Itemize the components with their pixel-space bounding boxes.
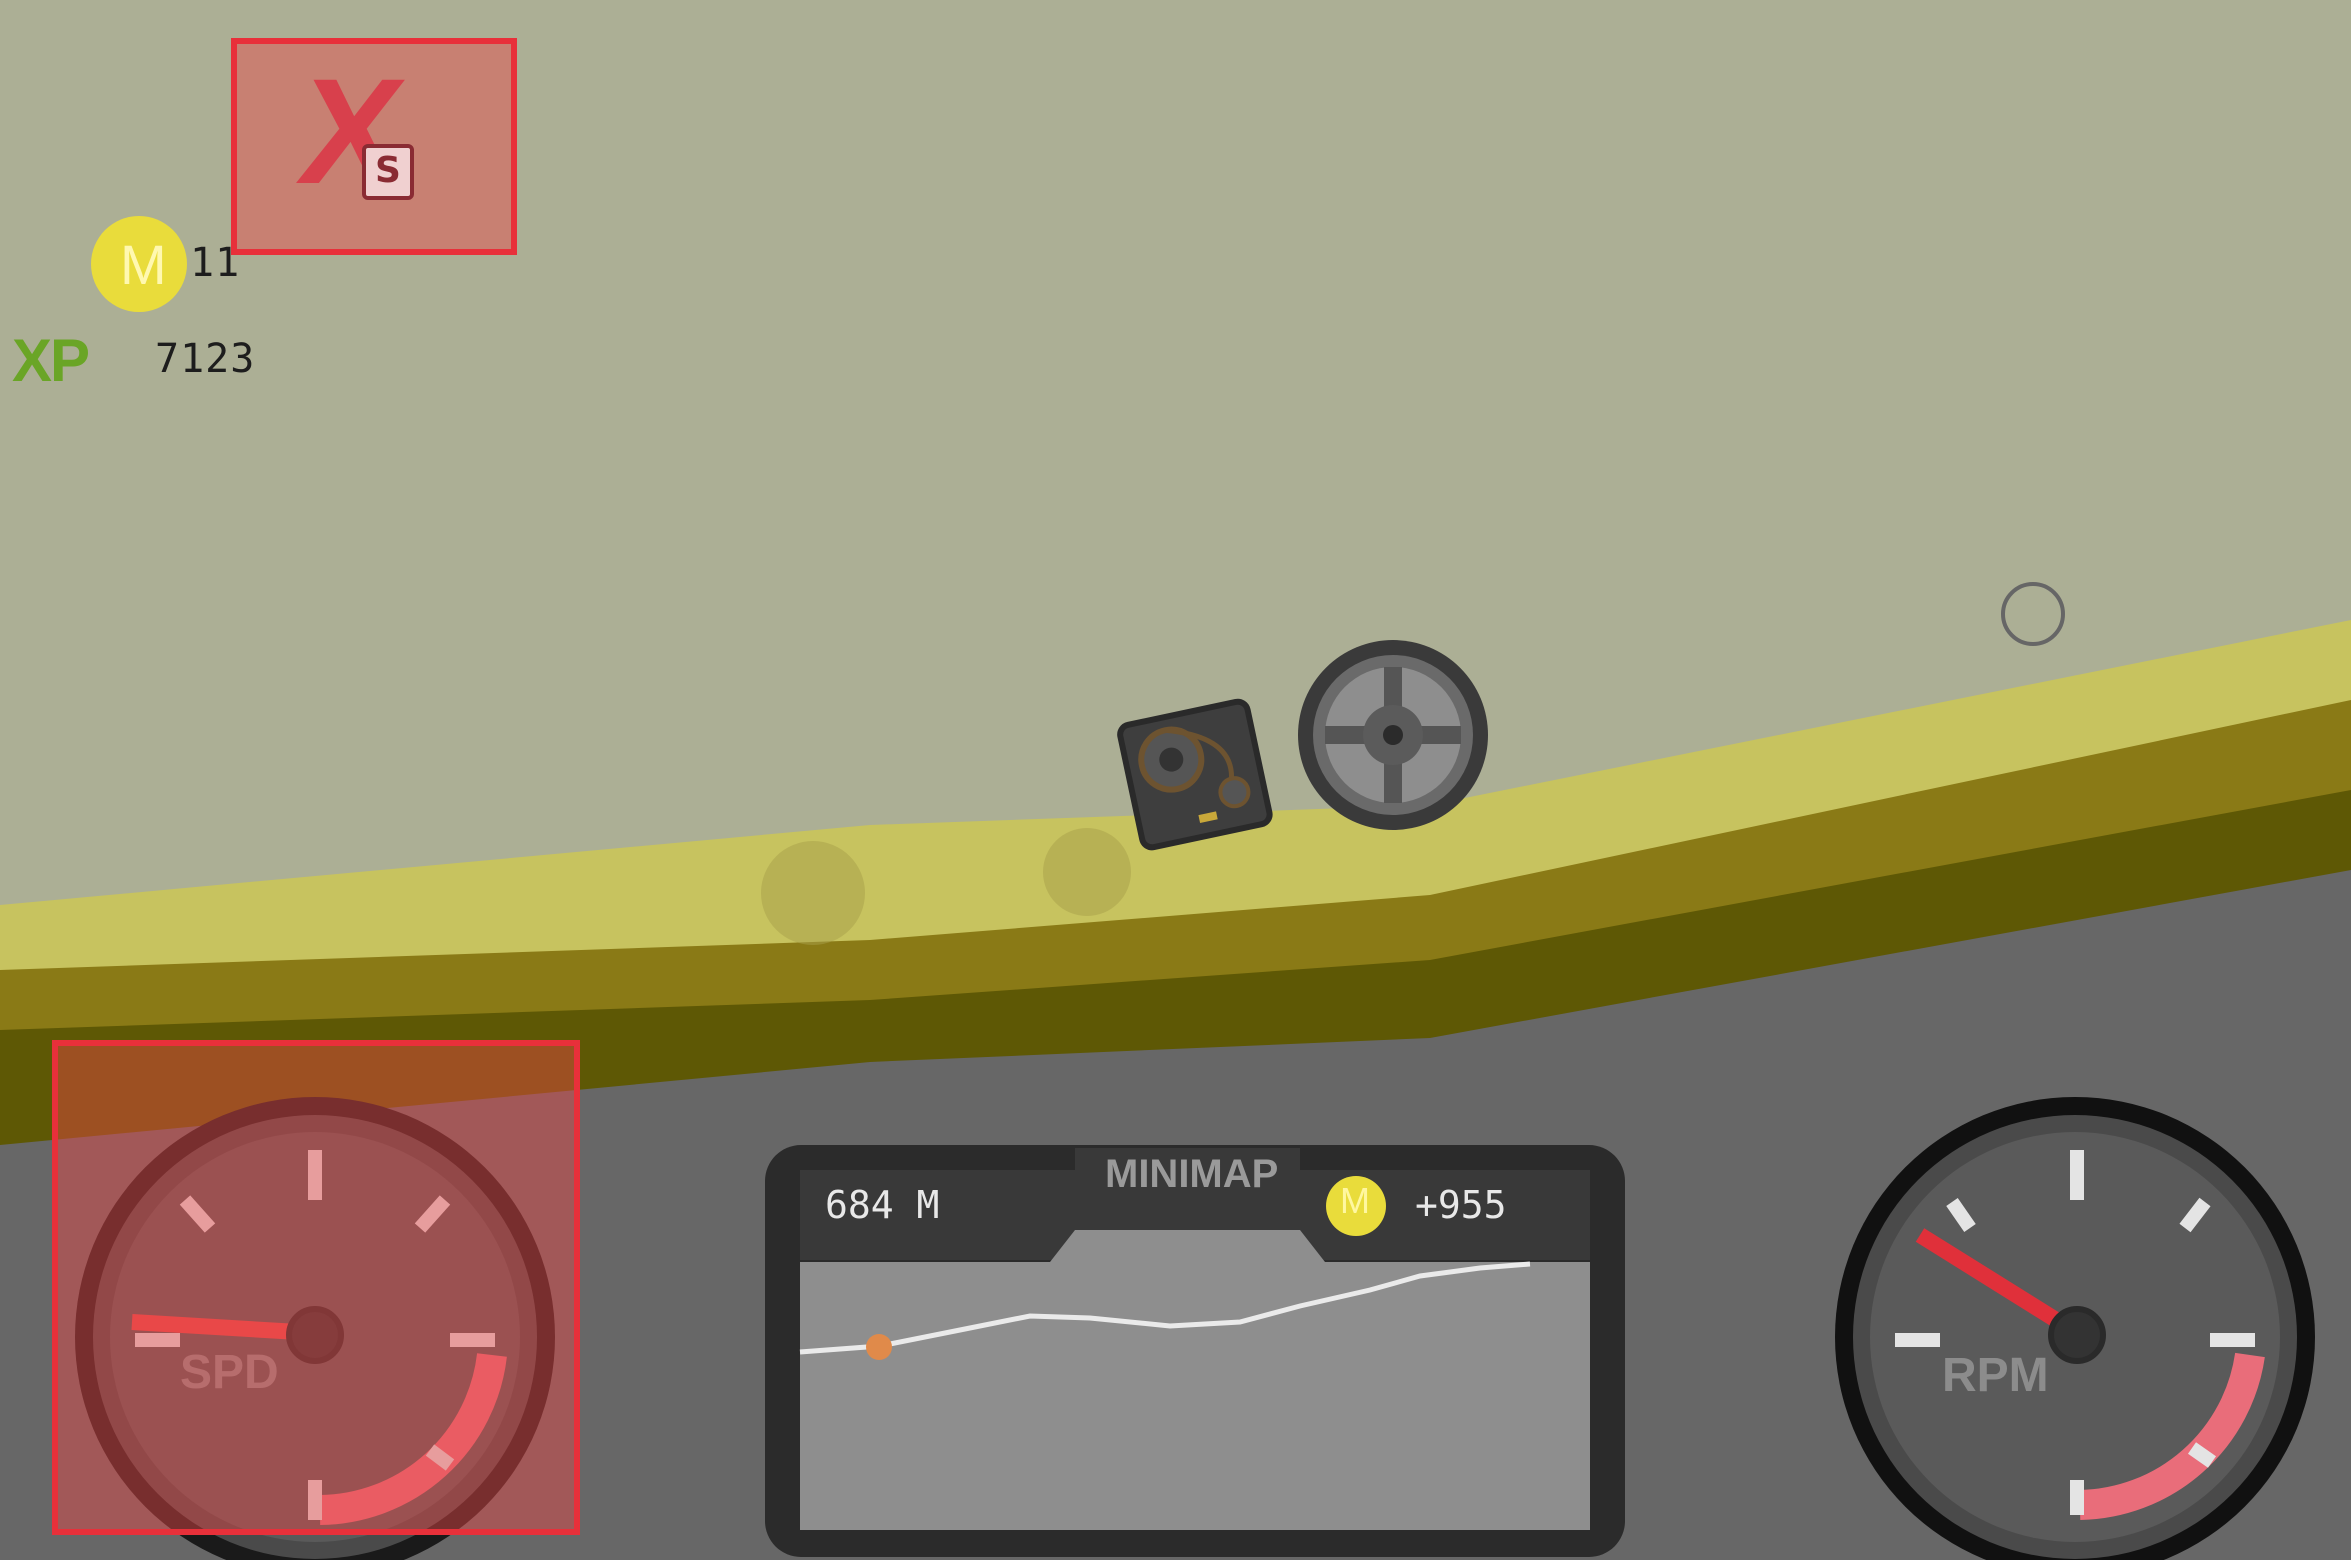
minimap-player-marker xyxy=(866,1334,892,1360)
gas-pedal-button[interactable] xyxy=(1835,1095,2315,1560)
xp-icon: XP xyxy=(12,327,90,394)
wheel-icon xyxy=(1298,640,1488,830)
exit-s-badge: S xyxy=(362,144,414,200)
game-screen: M 11 XP 7123 X S SPD RPM MINIMAP 684 M M… xyxy=(0,0,2351,1560)
coin-symbol: M xyxy=(120,233,168,296)
exit-button[interactable]: X S xyxy=(231,38,517,255)
xp-value: 7123 xyxy=(155,336,256,382)
minimap-distance: 684 M xyxy=(825,1183,940,1227)
ground-marker-circle xyxy=(1043,828,1131,916)
ground-marker-circle xyxy=(761,841,865,945)
minimap-screen xyxy=(800,1230,1590,1530)
minimap-title: MINIMAP xyxy=(1105,1152,1279,1196)
minimap-coin-symbol: M xyxy=(1340,1180,1370,1221)
brake-pedal-button[interactable] xyxy=(52,1040,580,1535)
engine-box-icon xyxy=(1117,698,1273,851)
minimap-coin-total: +955 xyxy=(1415,1183,1507,1227)
